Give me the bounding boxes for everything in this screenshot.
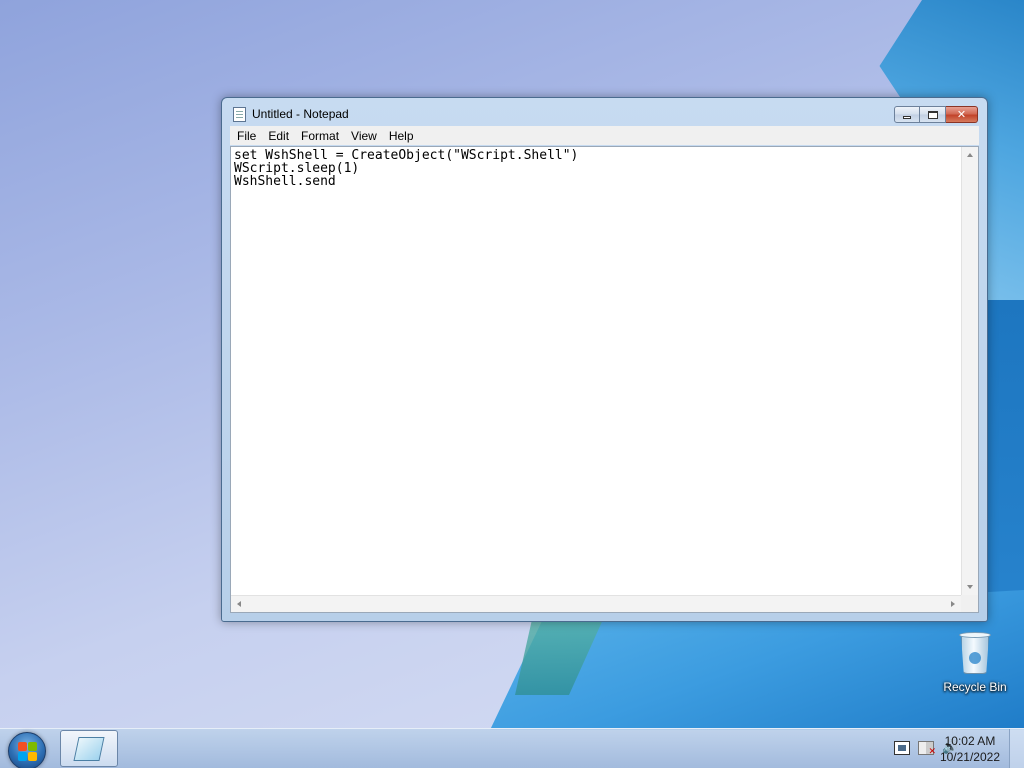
scroll-down-icon[interactable] <box>967 585 973 589</box>
recycle-mark-icon <box>969 652 981 664</box>
action-center-icon[interactable] <box>918 741 936 757</box>
recycle-bin-label: Recycle Bin <box>943 680 1007 694</box>
windows-logo-icon <box>18 742 38 762</box>
minimize-icon <box>903 116 911 119</box>
clock-time: 10:02 AM <box>944 734 996 748</box>
menu-edit[interactable]: Edit <box>262 129 295 143</box>
text-content[interactable]: set WshShell = CreateObject("WScript.She… <box>231 147 961 595</box>
taskbar-notepad-button[interactable] <box>60 730 118 767</box>
notepad-window: Untitled - Notepad ✕ File Edit Format Vi… <box>221 97 988 622</box>
notepad-icon[interactable] <box>233 107 246 122</box>
scroll-right-icon[interactable] <box>951 601 955 607</box>
bin-lid <box>959 632 991 638</box>
title-bar[interactable]: Untitled - Notepad ✕ <box>222 98 987 126</box>
maximize-button[interactable] <box>920 106 946 123</box>
network-icon[interactable] <box>894 741 910 755</box>
close-button[interactable]: ✕ <box>946 106 978 123</box>
start-button[interactable] <box>8 732 46 768</box>
recycle-bin-icon <box>958 630 992 676</box>
window-title: Untitled - Notepad <box>252 107 349 121</box>
menu-view[interactable]: View <box>345 129 383 143</box>
taskbar: 🔊 10:02 AM 10/21/2022 <box>0 728 1024 768</box>
menu-help[interactable]: Help <box>383 129 420 143</box>
close-icon: ✕ <box>956 108 967 121</box>
menu-file[interactable]: File <box>230 129 262 143</box>
desktop-icon-recycle-bin[interactable]: Recycle Bin <box>940 630 1010 694</box>
horizontal-scrollbar[interactable] <box>231 595 961 612</box>
editor-area[interactable]: set WshShell = CreateObject("WScript.She… <box>230 146 979 613</box>
menu-format[interactable]: Format <box>295 129 345 143</box>
notepad-icon <box>73 737 105 761</box>
size-grip[interactable] <box>961 595 978 612</box>
minimize-button[interactable] <box>894 106 920 123</box>
scroll-left-icon[interactable] <box>237 601 241 607</box>
show-desktop-button[interactable] <box>1009 729 1024 768</box>
maximize-icon <box>927 110 938 119</box>
caption-buttons: ✕ <box>894 106 978 123</box>
scroll-up-icon[interactable] <box>967 153 973 157</box>
vertical-scrollbar[interactable] <box>961 147 978 595</box>
menu-bar: File Edit Format View Help <box>230 126 979 145</box>
clock[interactable]: 10:02 AM 10/21/2022 <box>940 733 1000 765</box>
clock-date: 10/21/2022 <box>939 750 1000 764</box>
